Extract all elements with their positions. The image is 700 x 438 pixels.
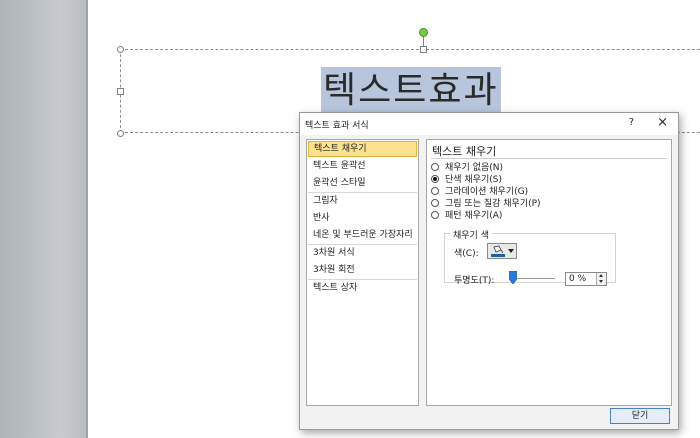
transparency-slider-thumb[interactable]	[509, 271, 517, 284]
nav-item-glow-soft-edges[interactable]: 네온 및 부드러운 가장자리	[308, 227, 417, 243]
nav-item-reflection[interactable]: 반사	[308, 210, 417, 226]
help-button[interactable]: ?	[629, 117, 634, 128]
resize-handle-left[interactable]	[117, 88, 124, 95]
nav-item-3d-format[interactable]: 3차원 서식	[308, 245, 417, 261]
radio-solid-fill[interactable]	[431, 175, 439, 183]
option-label: 그라데이션 채우기(G)	[445, 187, 529, 197]
close-icon[interactable]: ×	[657, 115, 668, 131]
category-list: 텍스트 채우기 텍스트 윤곽선 윤곽선 스타일 그림자 반사 네온 및 부드러운…	[306, 139, 419, 406]
format-text-effects-dialog: 텍스트 효과 서식 ? × 텍스트 채우기 텍스트 윤곽선 윤곽선 스타일 그림…	[299, 112, 679, 430]
transparency-label: 투명도(T):	[454, 276, 495, 286]
radio-no-fill[interactable]	[431, 163, 439, 171]
fill-color-swatch	[491, 254, 505, 257]
color-picker-button[interactable]	[487, 243, 517, 259]
nav-item-outline-style[interactable]: 윤곽선 스타일	[308, 175, 417, 191]
dialog-title: 텍스트 효과 서식	[305, 121, 369, 131]
nav-item-text-outline[interactable]: 텍스트 윤곽선	[308, 158, 417, 174]
option-solid-fill[interactable]: 단색 채우기(S)	[431, 174, 502, 186]
slide-pane-gutter	[0, 0, 86, 438]
option-label: 채우기 없음(N)	[445, 163, 504, 173]
color-label: 색(C):	[454, 249, 479, 259]
nav-item-text-fill[interactable]: 텍스트 채우기	[308, 141, 417, 157]
transparency-value: 0 %	[569, 274, 587, 284]
nav-item-shadow[interactable]: 그림자	[308, 193, 417, 209]
fill-color-group-label: 채우기 색	[450, 228, 492, 241]
option-pattern-fill[interactable]: 패턴 채우기(A)	[431, 210, 502, 222]
resize-handle-top[interactable]	[420, 46, 427, 53]
resize-handle-top-left[interactable]	[117, 46, 124, 53]
text-fill-panel: 텍스트 채우기 채우기 없음(N) 단색 채우기(S) 그라데이션 채우기(G)…	[426, 139, 672, 406]
nav-item-text-box[interactable]: 텍스트 상자	[308, 280, 417, 296]
option-picture-fill[interactable]: 그림 또는 질감 채우기(P)	[431, 198, 541, 210]
option-gradient-fill[interactable]: 그라데이션 채우기(G)	[431, 186, 528, 198]
option-label: 단색 채우기(S)	[445, 175, 502, 185]
dialog-titlebar[interactable]: 텍스트 효과 서식 ? ×	[300, 113, 678, 135]
transparency-spinner[interactable]: 0 %	[565, 272, 607, 286]
option-no-fill[interactable]: 채우기 없음(N)	[431, 162, 503, 174]
option-label: 그림 또는 질감 채우기(P)	[445, 199, 541, 209]
close-button[interactable]: 닫기	[610, 408, 670, 424]
panel-title: 텍스트 채우기	[432, 145, 497, 158]
chevron-down-icon	[508, 249, 514, 253]
spinner-arrows-icon[interactable]	[596, 273, 606, 285]
slide-title-text[interactable]: 텍스트효과	[321, 67, 501, 115]
nav-item-3d-rotation[interactable]: 3차원 회전	[308, 262, 417, 278]
powerpoint-canvas: 텍스트효과 텍스트 효과 서식 ? × 텍스트 채우기 텍스트 윤곽선 윤곽선 …	[0, 0, 700, 438]
radio-gradient-fill[interactable]	[431, 187, 439, 195]
paint-bucket-icon	[491, 245, 505, 257]
rotate-handle[interactable]	[419, 28, 428, 37]
radio-picture-fill[interactable]	[431, 199, 439, 207]
resize-handle-bottom-left[interactable]	[117, 130, 124, 137]
panel-divider	[431, 158, 667, 159]
option-label: 패턴 채우기(A)	[445, 211, 503, 221]
radio-pattern-fill[interactable]	[431, 211, 439, 219]
